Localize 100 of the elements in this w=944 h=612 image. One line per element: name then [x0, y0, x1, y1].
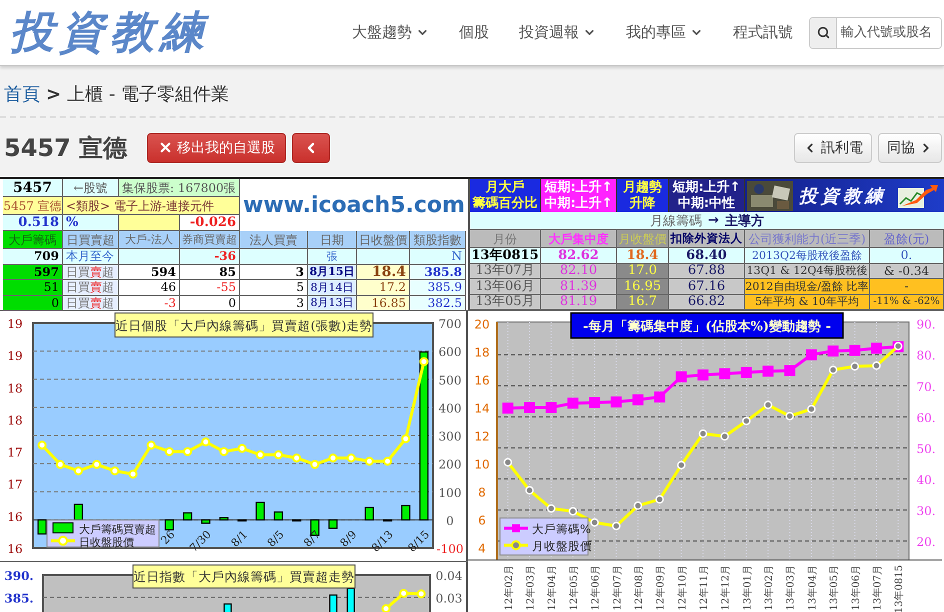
breadcrumb-link[interactable]: 首頁 — [4, 82, 40, 106]
table-cell: 16.95 — [617, 279, 669, 294]
axis-label: 14 — [474, 402, 490, 416]
axis-label: 13年02月 — [764, 565, 776, 610]
arrow-text: → — [708, 213, 719, 228]
table-cell: 0.518 — [3, 215, 63, 231]
axis-label: 8/5 — [264, 528, 287, 550]
column-header: 法人買賣 — [240, 231, 308, 249]
column-header: 月收盤價 — [617, 230, 669, 248]
axis-label: 26 — [158, 528, 178, 548]
axis-label: 16 — [7, 510, 23, 524]
stock-title: 5457 宣德 — [4, 132, 128, 164]
axis-label: 12年03月 — [526, 565, 537, 610]
axis-label: 6 — [478, 514, 486, 528]
table-cell: 5年平均 & 10年平均 — [745, 294, 870, 310]
axis-label: 12年11月 — [699, 565, 710, 610]
axis-label: 13年03月 — [786, 565, 797, 610]
table-cell: -0.026 — [180, 215, 240, 231]
axis-label: 13年0815 — [894, 565, 906, 612]
axis-label: 8/7 — [301, 528, 323, 550]
table-cell: 18.4 — [357, 264, 410, 280]
column-header: 券商買賣超 — [180, 231, 240, 249]
table-cell: 81.19 — [541, 294, 617, 310]
table-cell: 8月14日 — [308, 280, 357, 296]
table-cell: <類股> 電子上游-連接元件 — [63, 197, 240, 215]
axis-label: 12年04月 — [547, 565, 558, 610]
table-cell: 13年07月 — [470, 264, 541, 279]
axis-label: 100 — [438, 486, 462, 500]
nav-item[interactable]: 個股 — [459, 23, 489, 42]
table-cell: 67.16 — [669, 279, 745, 294]
table-cell: 51 — [3, 280, 63, 296]
table-cell: - — [870, 279, 944, 294]
chart-title: 近日個股「大戶內線籌碼」買賣超(張數)走勢 — [116, 318, 372, 333]
banner-title: 投資教練 — [799, 184, 887, 208]
axis-label: 12年10月 — [677, 565, 688, 610]
axis-label: 8 — [478, 486, 486, 500]
table-cell: 2013Q2每股稅後盈餘 — [745, 248, 870, 264]
table-cell: 日買賣超 — [63, 280, 119, 296]
axis-label: 13年05月 — [829, 565, 840, 610]
column-header: 公司獲利能力(近三季) — [745, 230, 870, 248]
axis-label: 390. — [4, 569, 34, 583]
table-cell: -11% & -62% — [870, 294, 944, 310]
table-cell: 5457 宣德 — [3, 197, 63, 215]
table-cell: 13年0815 — [470, 248, 541, 264]
axis-label: 19 — [7, 317, 23, 331]
nav-item[interactable]: 大盤趨勢 — [352, 23, 429, 42]
nav-item[interactable]: 我的專區 — [626, 23, 703, 42]
table-cell: & -0.34 — [870, 264, 944, 279]
column-header: 月份 — [470, 230, 541, 248]
column-header: 大戶-法人 — [119, 231, 180, 249]
table-cell: 66.82 — [669, 294, 745, 310]
leader-value: 主導方 — [724, 212, 764, 230]
trend-text: 短期:上升↑ — [672, 180, 741, 196]
axis-label: 0.03 — [436, 591, 462, 606]
site-logo: 投資教練 — [10, 6, 210, 60]
axis-label: 12年07月 — [612, 565, 624, 610]
table-cell: -36 — [180, 249, 240, 264]
column-header: 大戶籌碼 — [3, 231, 63, 249]
axis-label: 90. — [916, 318, 936, 332]
axis-label: 12年06月 — [590, 565, 602, 610]
axis-label: 12 — [474, 430, 490, 444]
nav-item[interactable]: 程式訊號 — [733, 23, 793, 42]
axis-label: 385. — [4, 591, 34, 606]
panel-label: 月趨勢 — [623, 180, 662, 196]
axis-label: 300 — [438, 430, 462, 444]
table-cell: 17.0 — [617, 264, 669, 279]
panel-label: 籌碼百分比 — [472, 196, 538, 212]
axis-label: 13年07月 — [872, 565, 884, 610]
search-field[interactable]: 輸入代號或股名 — [809, 16, 942, 48]
table-cell: 385.9 — [410, 280, 466, 296]
table-cell: 46 — [119, 280, 180, 296]
axis-label: 20 — [474, 318, 490, 332]
breadcrumb-item[interactable]: 上櫃 - 電子零組件業 — [67, 82, 230, 106]
axis-label: 12年08月 — [634, 565, 645, 610]
previous-stock-button[interactable]: 訊利電 — [794, 132, 872, 162]
legend-label: 日收盤股價 — [79, 536, 134, 549]
column-header: 扣除外資法人 — [669, 230, 745, 248]
legend-label: 月收盤股價 — [532, 539, 592, 554]
breadcrumb-separator: > — [46, 84, 62, 104]
legend-label: 大戶籌碼% — [532, 522, 591, 536]
column-header: 大戶集中度 — [541, 230, 617, 248]
axis-label: 18 — [7, 381, 23, 396]
axis-label: 16 — [474, 374, 490, 388]
nav-item[interactable]: 投資週報 — [519, 23, 596, 42]
table-cell: 13年05月 — [470, 294, 541, 310]
axis-label: 700 — [438, 317, 462, 331]
table-cell: 82.62 — [541, 248, 617, 264]
trend-text: 中期:中性 — [678, 196, 736, 212]
remove-watchlist-button[interactable]: 移出我的自選股 — [147, 132, 286, 162]
table-cell: % — [63, 215, 119, 231]
axis-label: 0 — [446, 514, 454, 528]
table-cell: N — [410, 249, 466, 264]
axis-label: 12年02月 — [504, 565, 515, 610]
trend-text: 中期:上升↑ — [544, 196, 613, 212]
table-cell: 82.10 — [541, 264, 617, 279]
axis-label: 50. — [916, 442, 936, 456]
next-stock-button[interactable]: 同協 — [878, 132, 942, 162]
axis-label: 8/1 — [228, 528, 250, 550]
axis-label: 13年04月 — [807, 565, 818, 610]
axis-label: 70. — [916, 380, 936, 394]
